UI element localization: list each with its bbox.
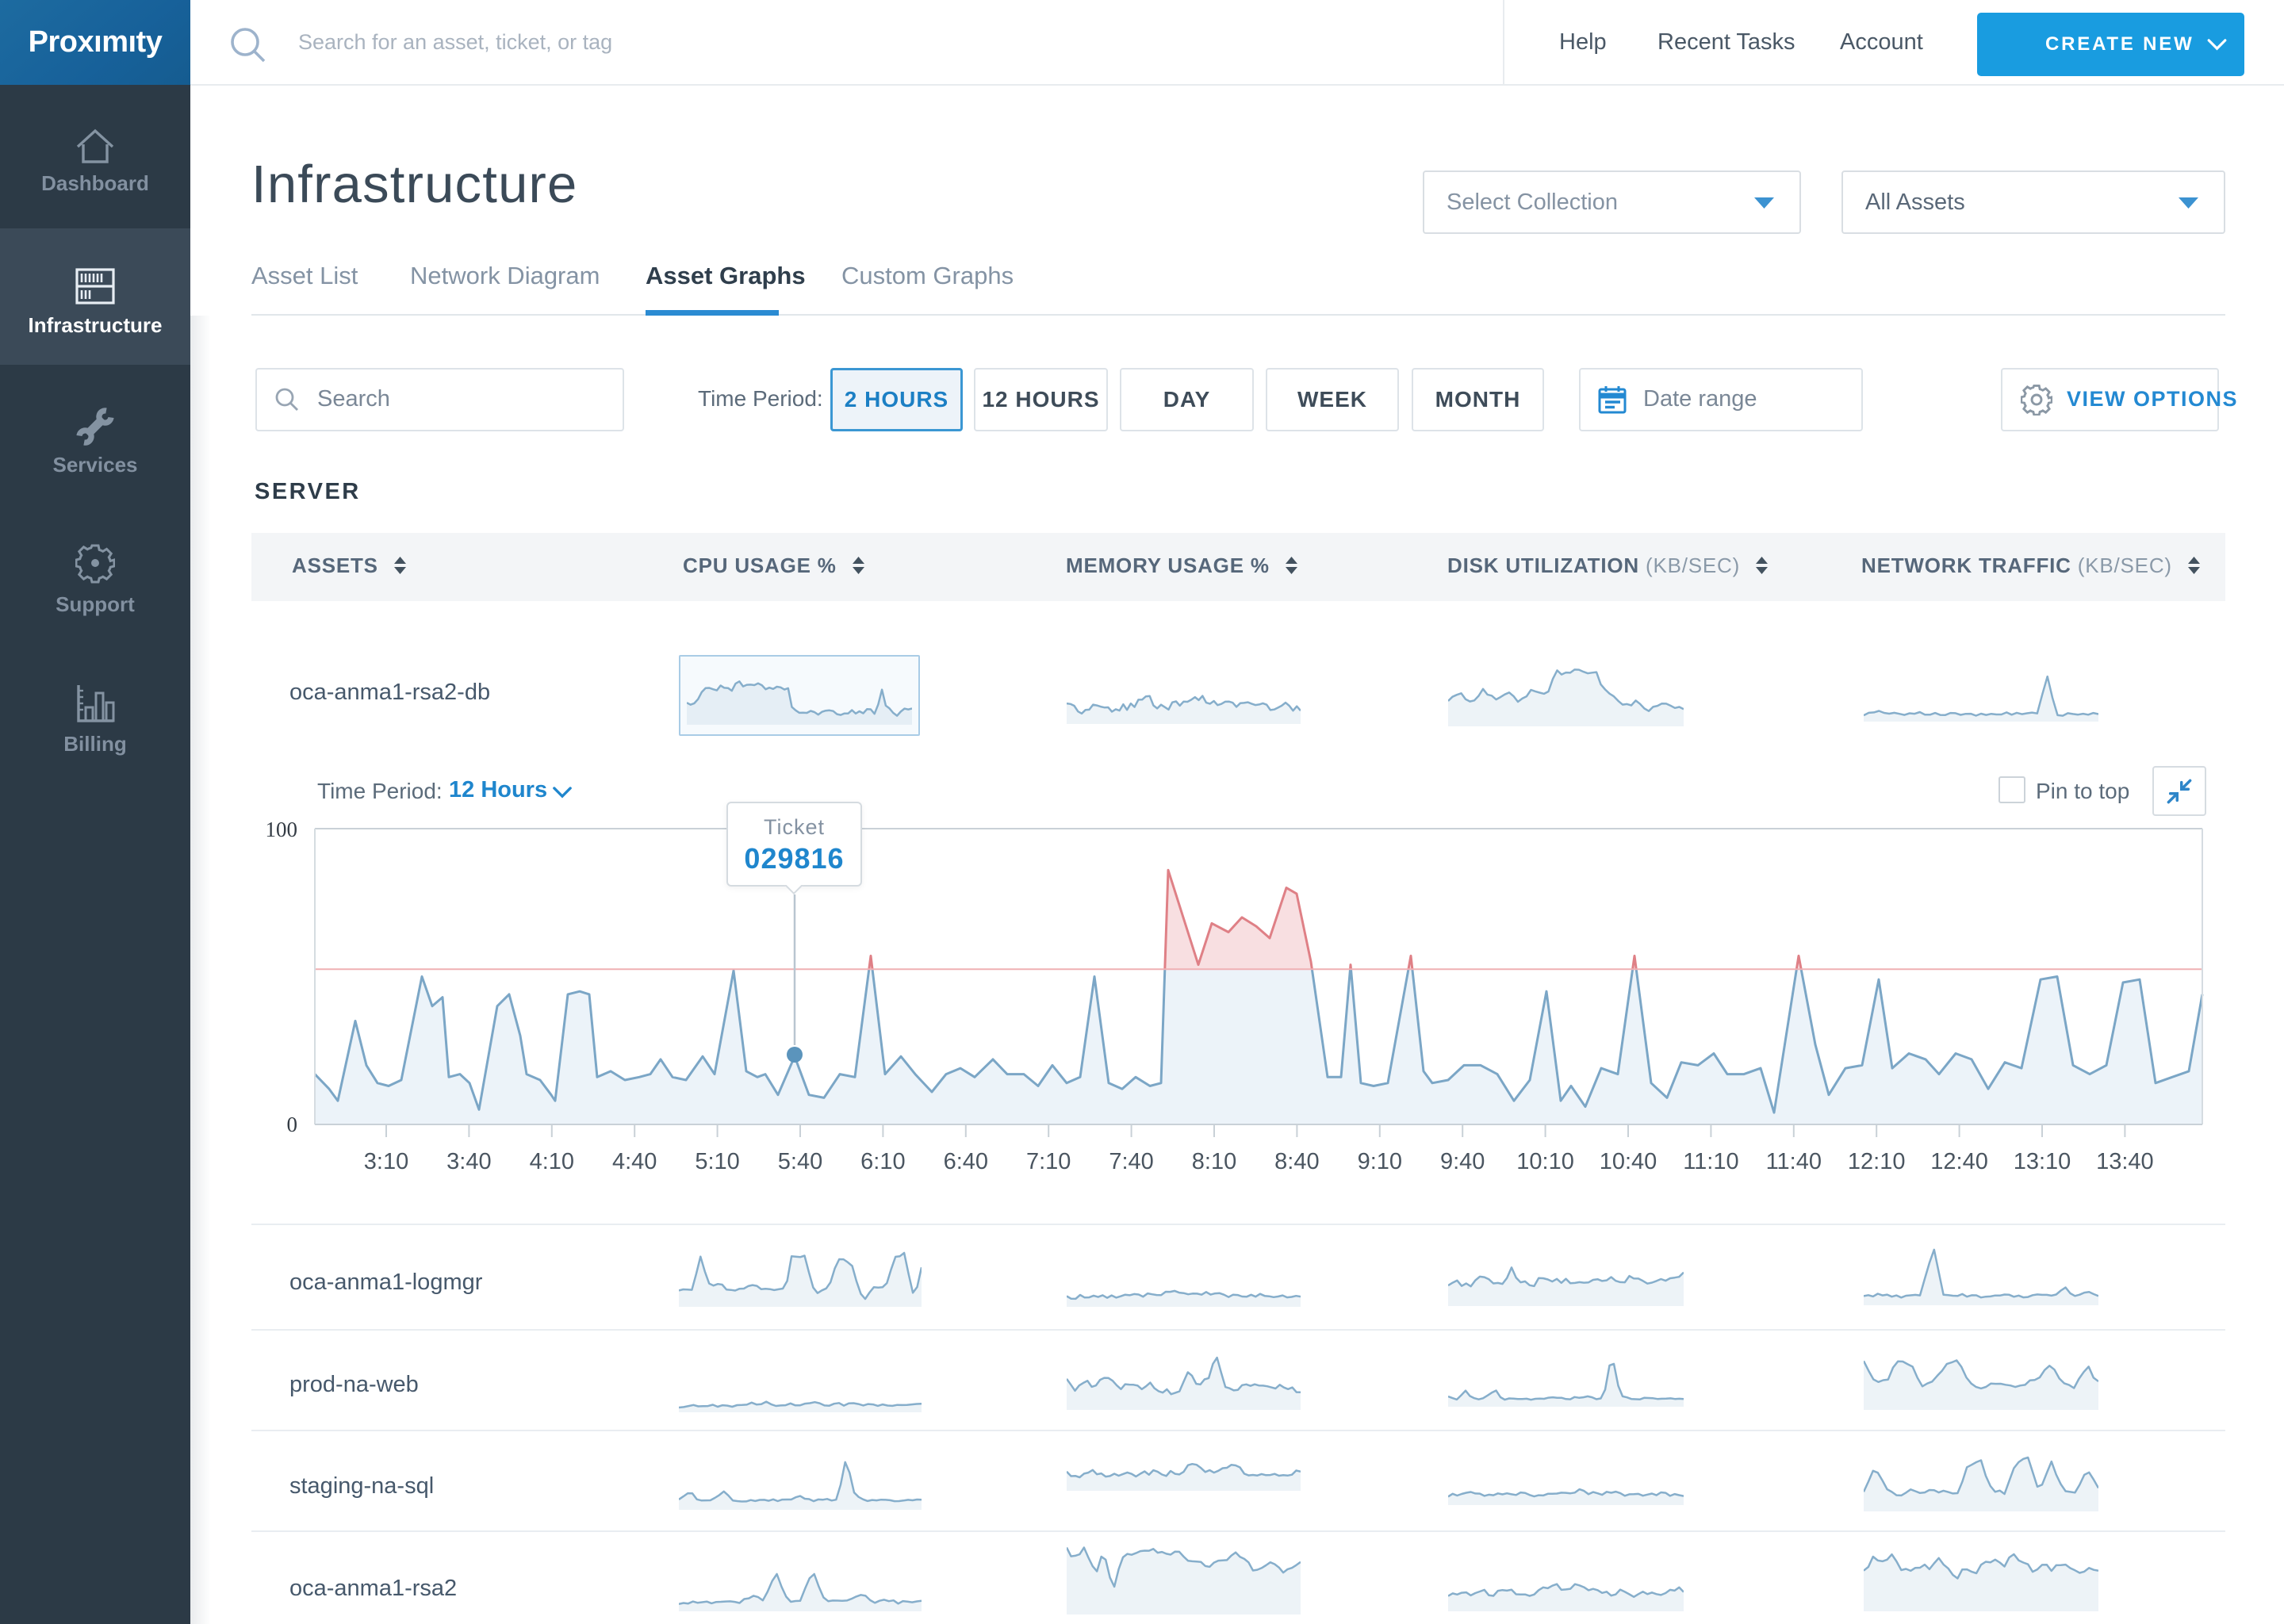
svg-text:13:40: 13:40 <box>2096 1149 2154 1174</box>
svg-text:9:40: 9:40 <box>1440 1149 1485 1174</box>
svg-text:5:10: 5:10 <box>695 1149 739 1174</box>
svg-text:8:40: 8:40 <box>1274 1149 1319 1174</box>
svg-text:11:40: 11:40 <box>1766 1149 1822 1174</box>
svg-text:10:40: 10:40 <box>1600 1149 1657 1174</box>
svg-text:3:10: 3:10 <box>364 1149 408 1174</box>
svg-text:3:40: 3:40 <box>446 1149 491 1174</box>
svg-text:12:10: 12:10 <box>1848 1149 1906 1174</box>
svg-text:8:10: 8:10 <box>1192 1149 1236 1174</box>
svg-text:12:40: 12:40 <box>1930 1149 1988 1174</box>
svg-text:11:10: 11:10 <box>1683 1149 1738 1174</box>
svg-text:10:10: 10:10 <box>1516 1149 1574 1174</box>
svg-text:100: 100 <box>266 818 298 841</box>
svg-text:13:10: 13:10 <box>2014 1149 2071 1174</box>
svg-text:6:40: 6:40 <box>944 1149 988 1174</box>
svg-text:7:10: 7:10 <box>1026 1149 1071 1174</box>
svg-text:4:10: 4:10 <box>530 1149 574 1174</box>
svg-text:9:10: 9:10 <box>1358 1149 1402 1174</box>
svg-text:6:10: 6:10 <box>860 1149 905 1174</box>
svg-text:4:40: 4:40 <box>612 1149 657 1174</box>
svg-text:5:40: 5:40 <box>778 1149 822 1174</box>
svg-text:0: 0 <box>287 1113 298 1136</box>
svg-text:7:40: 7:40 <box>1109 1149 1153 1174</box>
